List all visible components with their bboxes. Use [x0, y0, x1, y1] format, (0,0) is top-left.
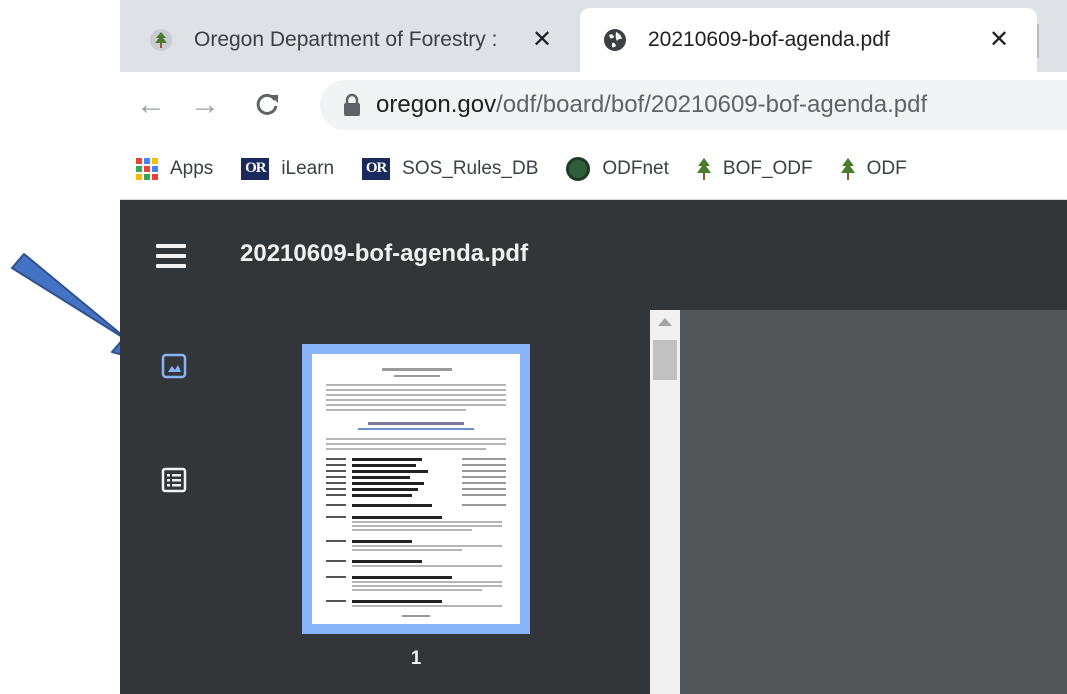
pdf-toolbar: 20210609-bof-agenda.pdf	[120, 200, 1067, 310]
tab-separator	[1037, 24, 1039, 58]
globe-icon	[604, 29, 626, 51]
tab-bof-agenda[interactable]: 20210609-bof-agenda.pdf ✕	[580, 8, 1037, 72]
thumbnails-icon[interactable]	[160, 352, 188, 380]
bookmark-bof-odf[interactable]: BOF_ODF	[696, 151, 813, 187]
odfnet-icon	[566, 156, 591, 181]
bookmark-apps[interactable]: Apps	[136, 151, 213, 187]
tree-icon	[840, 157, 855, 180]
scroll-up-arrow-icon[interactable]	[658, 318, 672, 326]
pdf-sidebar: 1	[120, 310, 650, 694]
page-number-label: 1	[410, 648, 422, 669]
forward-button[interactable]: →	[186, 86, 224, 124]
reload-button[interactable]	[248, 86, 286, 124]
bookmarks-bar: Apps OR iLearn OR SOS_Rules_DB ODFnet BO…	[120, 138, 1067, 200]
pdf-content-area[interactable]	[680, 310, 1067, 694]
back-button[interactable]: ←	[132, 86, 170, 124]
close-icon[interactable]: ✕	[530, 28, 554, 52]
bookmark-label: iLearn	[281, 157, 335, 179]
menu-icon[interactable]	[156, 244, 190, 268]
forward-arrow-icon: →	[190, 88, 220, 121]
or-icon: OR	[241, 157, 270, 180]
screenshot-stage: Oregon Department of Forestry : ✕ 202106…	[0, 0, 1067, 694]
tree-icon	[150, 29, 172, 51]
browser-toolbar: ← → oregon.gov/odf/board/bof/20210609-bo…	[120, 72, 1067, 138]
tree-icon	[696, 157, 711, 180]
tab-title: 20210609-bof-agenda.pdf	[648, 28, 890, 51]
sidebar-scrollbar[interactable]	[650, 310, 680, 694]
bookmark-odfnet[interactable]: ODFnet	[566, 151, 669, 187]
bookmark-ilearn[interactable]: OR iLearn	[241, 151, 334, 187]
apps-grid-icon	[136, 157, 158, 180]
tab-strip: Oregon Department of Forestry : ✕ 202106…	[120, 0, 1067, 72]
lock-icon	[344, 93, 360, 116]
bookmark-label: BOF_ODF	[722, 157, 813, 179]
document-outline-icon[interactable]	[160, 466, 188, 494]
reload-icon	[256, 93, 278, 115]
bookmark-label: Apps	[170, 157, 214, 179]
bookmark-label: ODF	[866, 157, 907, 179]
scroll-thumb[interactable]	[653, 340, 677, 380]
page-thumbnail-image	[312, 354, 520, 624]
back-arrow-icon: ←	[136, 88, 166, 121]
address-bar[interactable]: oregon.gov/odf/board/bof/20210609-bof-ag…	[320, 80, 1067, 130]
url-path: /odf/board/bof/20210609-bof-agenda.pdf	[496, 91, 928, 118]
bookmark-label: SOS_Rules_DB	[402, 157, 539, 179]
close-icon[interactable]: ✕	[987, 28, 1011, 52]
pdf-viewer: 20210609-bof-agenda.pdf 1	[120, 200, 1067, 694]
bookmark-odf[interactable]: ODF	[840, 151, 907, 187]
tab-title: Oregon Department of Forestry :	[194, 28, 498, 51]
bookmark-sos-rules-db[interactable]: OR SOS_Rules_DB	[362, 151, 538, 187]
browser-window: Oregon Department of Forestry : ✕ 202106…	[120, 0, 1067, 694]
or-icon: OR	[362, 157, 391, 180]
bookmark-label: ODFnet	[602, 157, 669, 179]
page-thumbnail[interactable]	[302, 344, 530, 634]
url-host: oregon.gov	[376, 91, 497, 118]
url-text: oregon.gov/odf/board/bof/20210609-bof-ag…	[376, 91, 927, 119]
document-title: 20210609-bof-agenda.pdf	[240, 240, 529, 267]
tab-oregon-forestry[interactable]: Oregon Department of Forestry : ✕	[126, 8, 580, 72]
